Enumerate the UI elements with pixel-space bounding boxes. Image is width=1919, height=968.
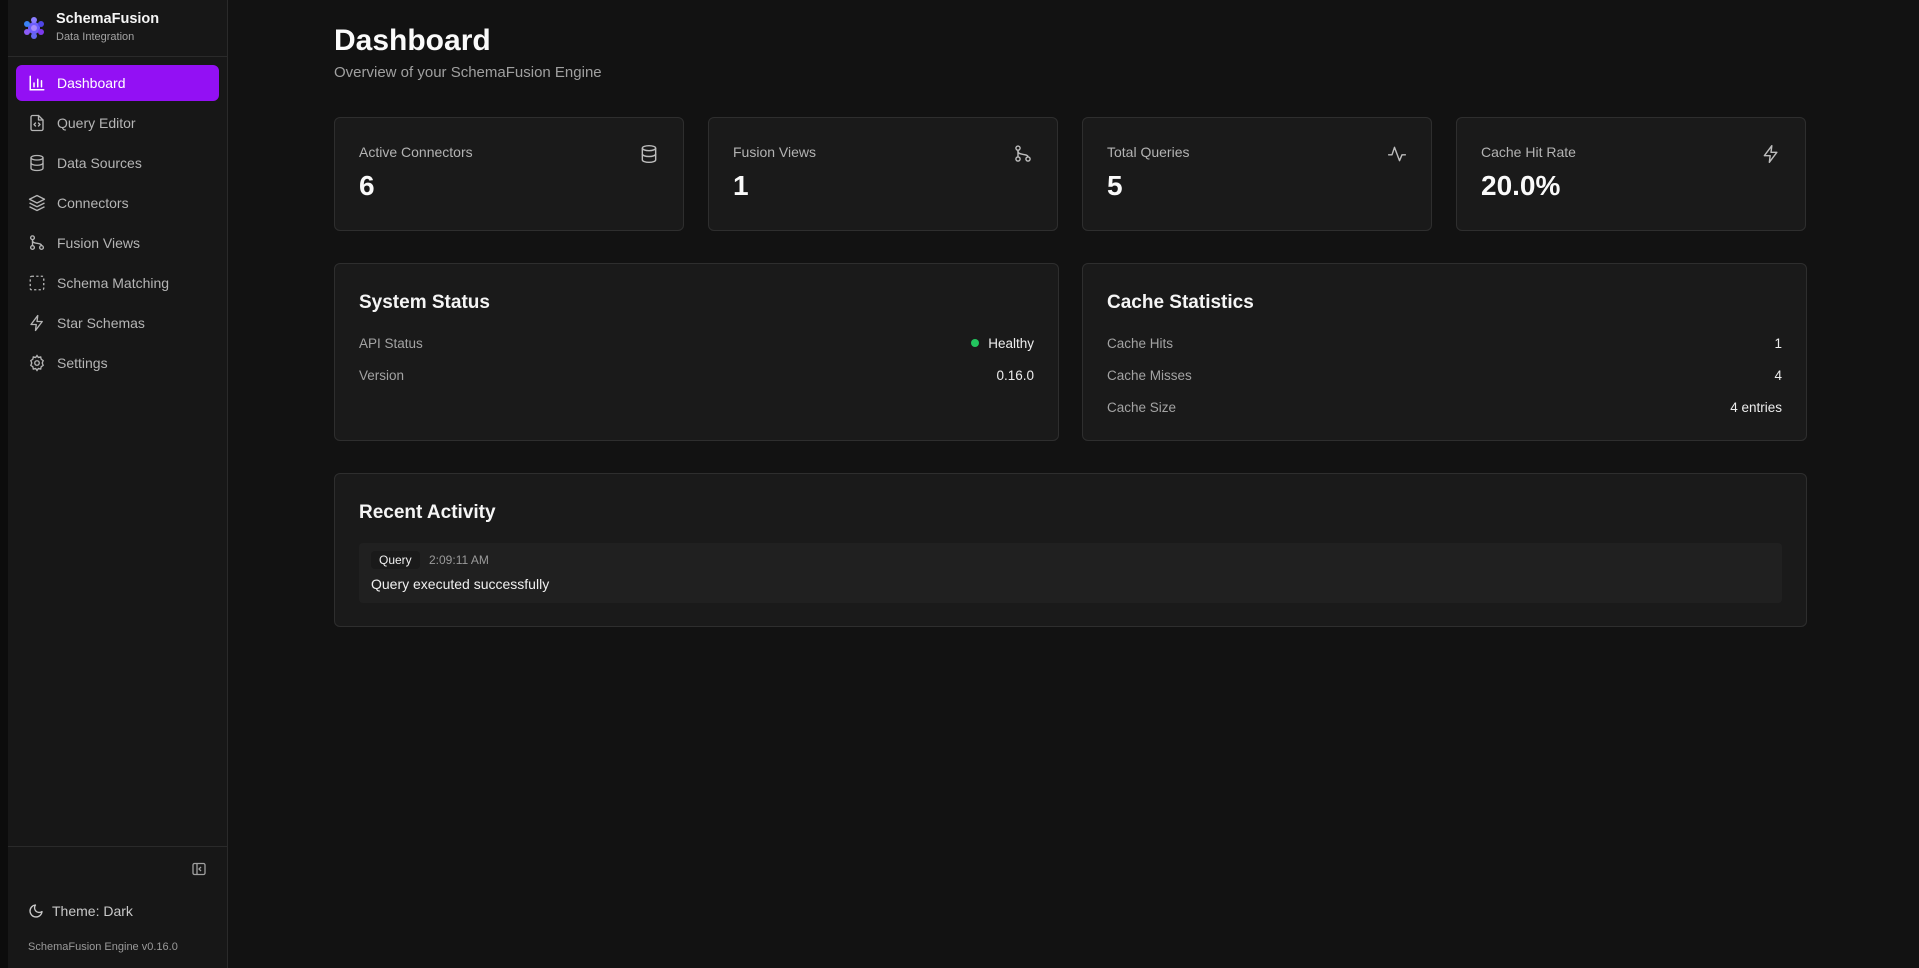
cache-statistics-card: Cache Statistics Cache Hits 1 Cache Miss… (1082, 263, 1807, 441)
app-name: SchemaFusion (56, 11, 160, 27)
recent-activity-card: Recent Activity Query 2:09:11 AM Query e… (334, 473, 1807, 627)
app-subtitle: Data Integration (56, 31, 135, 43)
activity-timestamp: 2:09:11 AM (429, 553, 489, 567)
version-row: Version 0.16.0 (359, 365, 1034, 385)
sidebar-item-data-sources[interactable]: Data Sources (16, 145, 219, 181)
sidebar-item-connectors[interactable]: Connectors (16, 185, 219, 221)
theme-label: Theme: Dark (52, 903, 133, 919)
database-icon (28, 154, 46, 172)
cache-statistics-title: Cache Statistics (1107, 292, 1254, 313)
dashed-square-icon (28, 274, 46, 292)
sidebar-item-dashboard[interactable]: Dashboard (16, 65, 219, 101)
panel-left-icon[interactable] (191, 861, 207, 877)
activity-message: Query executed successfully (371, 576, 550, 592)
stat-card-active-connectors: Active Connectors 6 (334, 117, 684, 231)
row-value: 1 (1774, 335, 1782, 351)
sidebar-item-label: Schema Matching (57, 275, 170, 291)
stat-value: 20.0% (1481, 170, 1561, 201)
window-edge (0, 0, 8, 968)
sidebar-item-label: Fusion Views (57, 235, 141, 251)
bar-chart-icon (28, 74, 46, 92)
activity-type-badge: Query (371, 551, 420, 569)
sidebar-item-star-schemas[interactable]: Star Schemas (16, 305, 219, 341)
stat-value: 6 (359, 170, 375, 201)
stat-card-total-queries: Total Queries 5 (1082, 117, 1432, 231)
layers-icon (28, 194, 46, 212)
sidebar-item-label: Connectors (57, 195, 129, 211)
stat-label: Total Queries (1107, 144, 1190, 160)
lightning-icon (28, 314, 46, 332)
stat-card-fusion-views: Fusion Views 1 (708, 117, 1058, 231)
row-value: 4 entries (1730, 399, 1782, 415)
stat-value: 5 (1107, 170, 1123, 201)
schemafusion-logo-icon (24, 17, 44, 39)
sidebar-item-label: Query Editor (57, 115, 136, 131)
sidebar-footer: Theme: Dark SchemaFusion Engine v0.16.0 (8, 846, 227, 968)
sidebar-item-query-editor[interactable]: Query Editor (16, 105, 219, 141)
cache-size-row: Cache Size 4 entries (1107, 397, 1782, 417)
row-key: Cache Size (1107, 399, 1177, 415)
cache-hits-row: Cache Hits 1 (1107, 333, 1782, 353)
row-key: Cache Misses (1107, 367, 1192, 383)
git-branch-icon (1013, 144, 1033, 164)
git-branch-icon (28, 234, 46, 252)
sidebar-item-label: Data Sources (57, 155, 142, 171)
row-key: API Status (359, 335, 423, 351)
system-status-title: System Status (359, 292, 490, 313)
row-value: 4 (1774, 367, 1782, 383)
row-value: 0.16.0 (996, 367, 1034, 383)
gear-icon (28, 354, 46, 372)
healthy-dot-icon (971, 339, 980, 347)
row-key: Cache Hits (1107, 335, 1174, 351)
sidebar-item-label: Dashboard (57, 75, 126, 91)
recent-activity-title: Recent Activity (359, 502, 496, 523)
engine-version-label: SchemaFusion Engine v0.16.0 (28, 941, 178, 953)
sidebar-item-schema-matching[interactable]: Schema Matching (16, 265, 219, 301)
sidebar-nav: Dashboard Query Editor Data Sources Conn… (8, 57, 227, 385)
stat-label: Active Connectors (359, 144, 473, 160)
page-title: Dashboard (334, 24, 491, 57)
stat-label: Cache Hit Rate (1481, 144, 1576, 160)
list-item[interactable]: Query 2:09:11 AM Query executed successf… (359, 543, 1782, 603)
row-value: Healthy (988, 335, 1034, 351)
cache-misses-row: Cache Misses 4 (1107, 365, 1782, 385)
theme-toggle-button[interactable]: Theme: Dark (28, 903, 133, 919)
row-key: Version (359, 367, 405, 383)
stat-card-cache-hit-rate: Cache Hit Rate 20.0% (1456, 117, 1806, 231)
sidebar-item-label: Star Schemas (57, 315, 145, 331)
api-status-row: API Status Healthy (359, 333, 1034, 353)
activity-icon (1387, 144, 1407, 164)
sidebar-item-settings[interactable]: Settings (16, 345, 219, 381)
sidebar-item-label: Settings (57, 355, 108, 371)
sidebar: SchemaFusion Data Integration Dashboard … (8, 0, 228, 968)
stat-label: Fusion Views (733, 144, 817, 160)
lightning-icon (1761, 144, 1781, 164)
status-badge: Healthy (971, 336, 1034, 351)
page-subtitle: Overview of your SchemaFusion Engine (334, 64, 602, 81)
brand[interactable]: SchemaFusion Data Integration (8, 0, 227, 57)
sidebar-item-fusion-views[interactable]: Fusion Views (16, 225, 219, 261)
system-status-card: System Status API Status Healthy Version… (334, 263, 1059, 441)
file-code-icon (28, 114, 46, 132)
stat-value: 1 (733, 170, 749, 201)
moon-icon (29, 904, 43, 918)
database-icon (639, 144, 659, 164)
